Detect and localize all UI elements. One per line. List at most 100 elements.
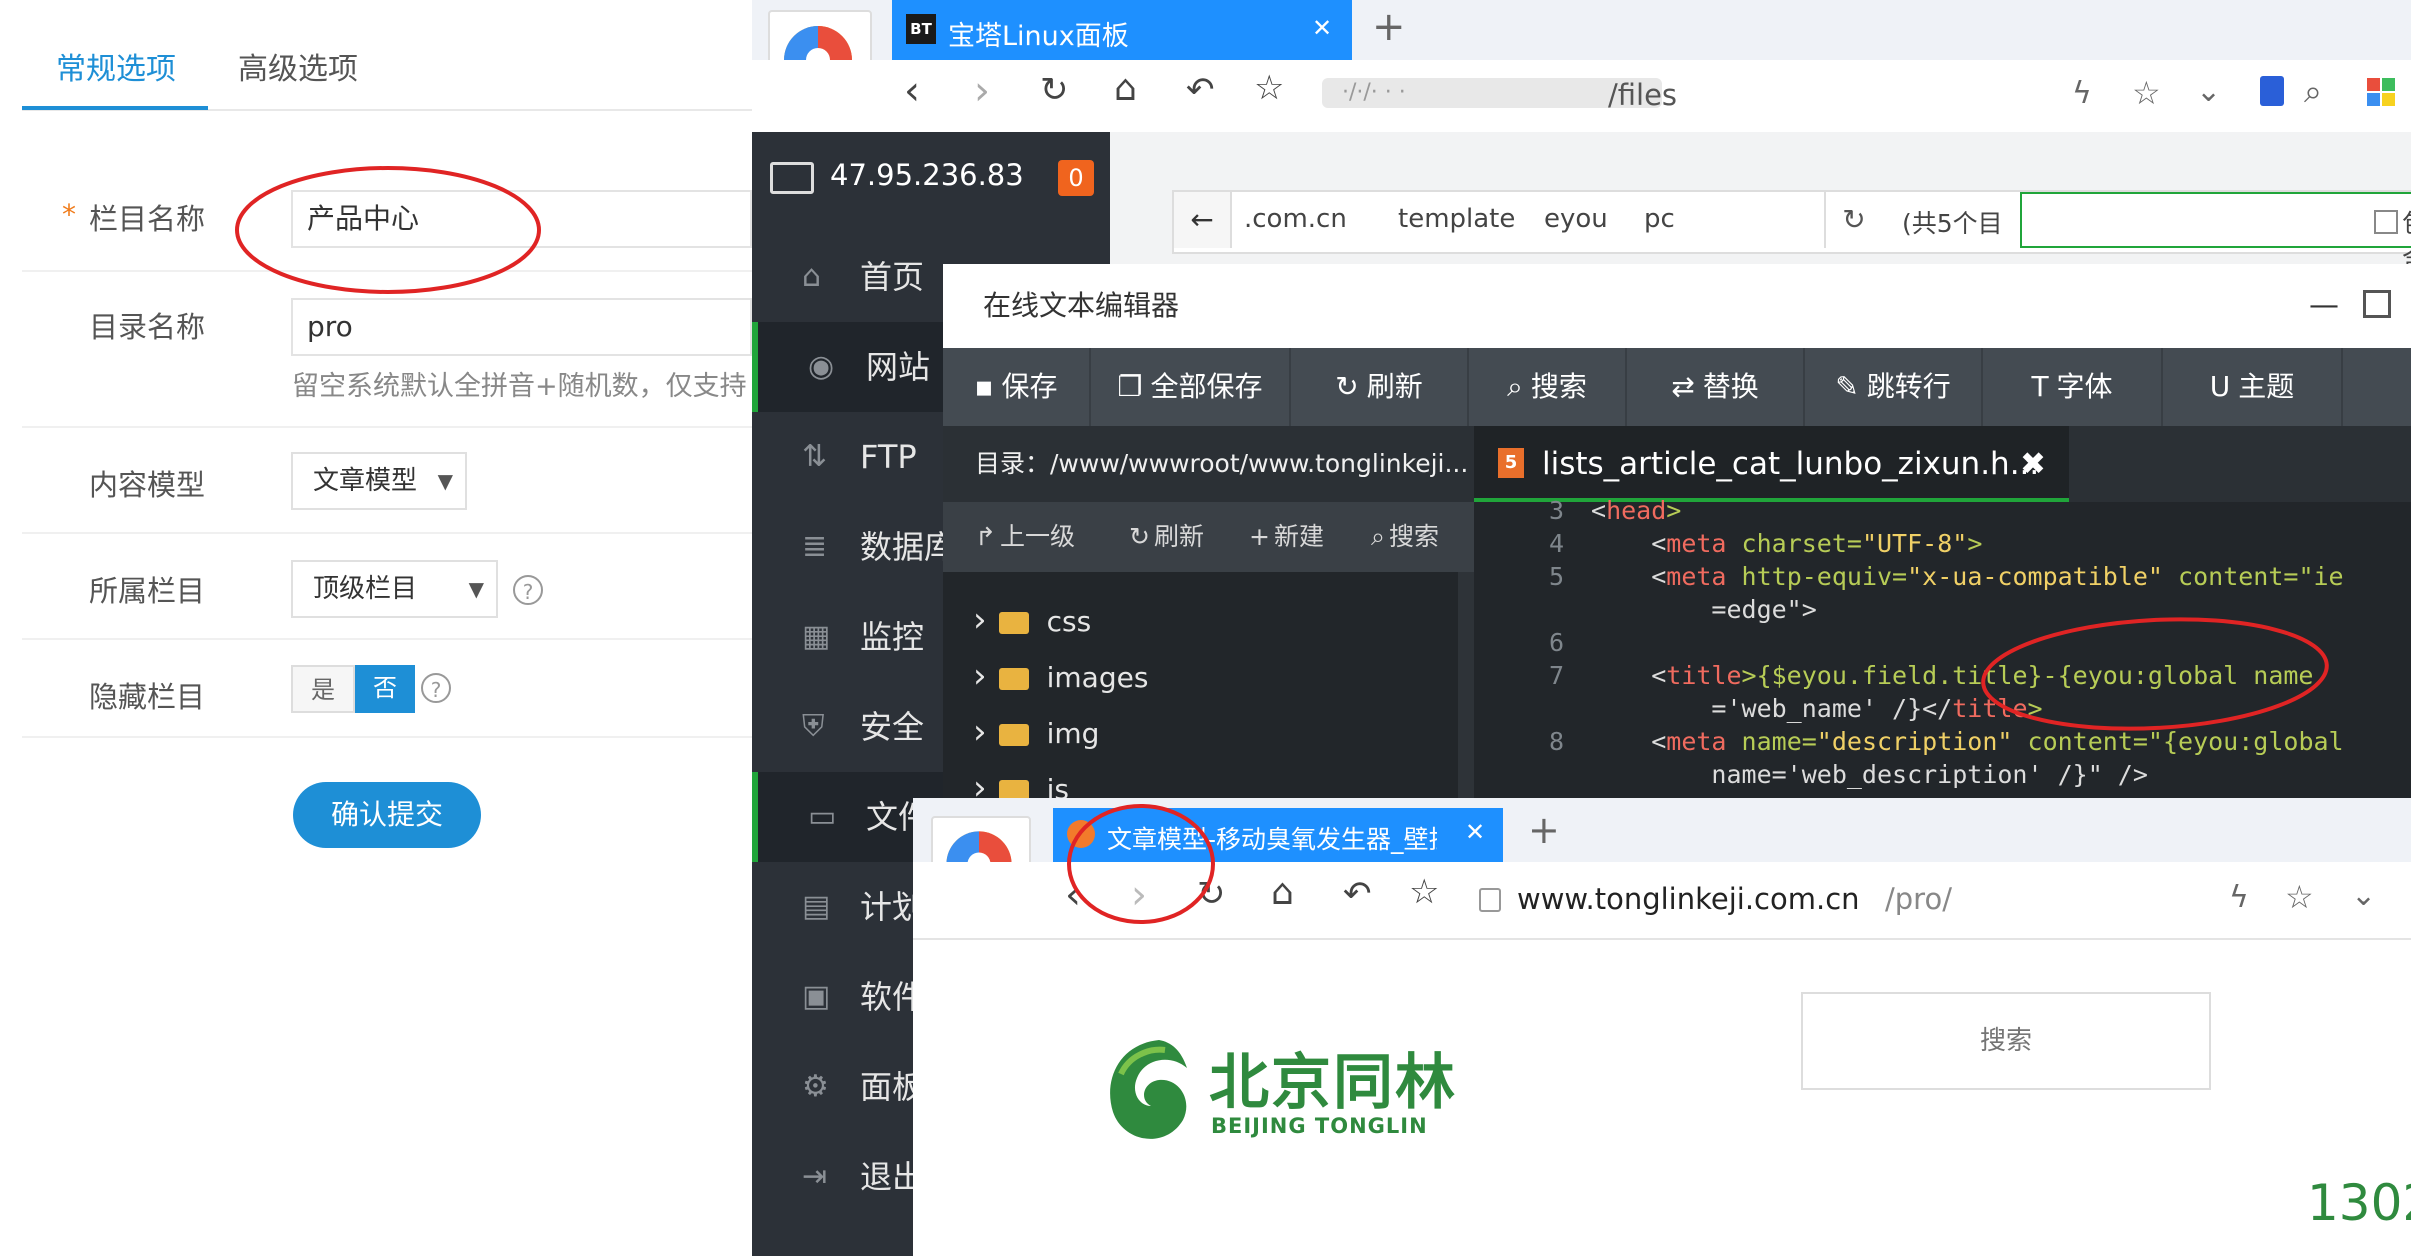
crumb-1[interactable]: template [1398,204,1515,234]
maximize-icon[interactable] [2363,290,2391,318]
minimize-icon[interactable]: — [2309,264,2339,348]
tree-tool-icon: + [1249,522,1270,551]
tree-tool-3[interactable]: ⌕ 搜索 [1371,502,1439,572]
tree-tool-label: 刷新 [1153,522,1204,551]
code-token: charset= [1726,529,1862,558]
address-suffix[interactable]: /files [1608,78,1677,112]
close-icon[interactable]: ✕ [1465,818,1485,846]
file-tab[interactable]: 5 lists_article_cat_lunbo_zixun.h... ✖ [1474,426,2069,502]
toolbar-button-1[interactable]: ❐ 全部保存 [1091,348,1291,426]
active-tab-indicator [22,106,208,110]
back-icon[interactable]: ‹ [904,68,920,114]
submit-button[interactable]: 确认提交 [293,782,481,848]
tree-tool-1[interactable]: ↻ 刷新 [1129,502,1204,572]
code-token: > [1967,529,1983,558]
row-divider [22,638,752,640]
tree-folder[interactable]: › images [973,648,1148,704]
sidebar-item-label: 网站 [866,348,931,386]
reload-icon[interactable]: ↻ [1040,70,1069,110]
toolbar-button-3[interactable]: ⌕ 搜索 [1469,348,1627,426]
dir-name-hint: 留空系统默认全拼音+随机数，仅支持 [292,371,747,402]
column-name-label: 栏目名称 [88,202,205,236]
crumb-3[interactable]: pc [1644,204,1675,234]
tree-folder[interactable]: › css [973,592,1091,648]
forward-icon[interactable]: › [974,68,990,114]
parent-column-value: 顶级栏目 [313,574,418,604]
toolbar-button-7[interactable]: U 主题 [2163,348,2343,426]
home-icon[interactable]: ⌂ [1271,872,1294,913]
crumb-2[interactable]: eyou [1544,204,1608,234]
address-toolbar: ‹ › ↻ ⌂ ↶ ☆ ·/·/· · · /files ϟ ☆ ⌄ ⌕ [752,60,2411,134]
extension-icon[interactable] [2260,76,2284,106]
dir-name-label: 目录名称 [88,310,205,344]
toolbar-label: 搜索 [1530,370,1587,403]
toolbar-button-5[interactable]: ✎ 跳转行 [1805,348,1983,426]
sidebar-icon: ⌂ [802,259,822,294]
toolbar-button-2[interactable]: ↻ 刷新 [1291,348,1469,426]
toolbar-button-0[interactable]: ▪ 保存 [943,348,1091,426]
folder-name: img [1046,717,1100,750]
refresh-icon[interactable]: ↻ [1824,192,1882,248]
dir-name-input[interactable]: pro [291,298,752,356]
tab-advanced[interactable]: 高级选项 [238,44,358,88]
tree-tool-0[interactable]: ↱ 上一级 [975,502,1075,572]
code-token: =edge"> [1591,595,1817,624]
content-model-select[interactable]: 文章模型 ▼ [291,452,467,510]
filter-input[interactable] [2020,192,2411,248]
lightning-icon[interactable]: ϟ [2072,76,2092,111]
insecure-lock-icon[interactable] [1479,888,1501,912]
undo-icon[interactable]: ↶ [1343,874,1372,914]
toolbar-button-8[interactable]: ⚙设置 [2343,348,2411,426]
directory-header: 目录：/www/wwwroot/www.tonglinkeji... [943,426,1474,502]
tab-general[interactable]: 常规选项 [56,44,176,88]
search-icon[interactable]: ⌕ [2304,72,2322,111]
back-arrow-icon[interactable]: ← [1174,192,1232,248]
toolbar-button-6[interactable]: T 字体 [1983,348,2163,426]
sidebar-icon: ⇅ [802,439,828,474]
undo-icon[interactable]: ↶ [1186,70,1215,110]
home-icon[interactable]: ⌂ [1114,68,1137,109]
chevron-down-icon[interactable]: ⌄ [2196,74,2221,109]
bookmark-star-icon[interactable]: ☆ [2132,74,2161,112]
tab-title: 宝塔Linux面板 [948,21,1129,52]
chevron-right-icon[interactable]: › [973,656,987,696]
hidden-yes-button[interactable]: 是 [291,665,355,713]
toolbar-button-4[interactable]: ⇄ 替换 [1627,348,1805,426]
star-icon[interactable]: ☆ [1409,872,1439,912]
star-icon[interactable]: ☆ [1254,68,1284,108]
crumb-0[interactable]: .com.cn [1244,204,1347,234]
folder-name: css [1046,605,1092,638]
chevron-right-icon[interactable]: › [973,600,987,640]
chevron-down-icon[interactable]: ⌄ [2351,878,2376,913]
close-icon[interactable]: ✕ [1312,14,1332,42]
new-tab-icon[interactable]: + [1372,4,1406,50]
site-search-input[interactable] [1801,992,2211,1090]
toolbar-label: 保存 [1001,370,1058,403]
chevron-down-icon: ▼ [468,577,484,601]
tree-folder[interactable]: › img [973,704,1099,760]
url-path[interactable]: /pro/ [1885,882,1952,916]
sidebar-icon: ▣ [802,979,831,1014]
notification-badge[interactable]: 0 [1058,160,1094,196]
close-icon[interactable]: ✖ [2020,426,2046,502]
editor-title: 在线文本编辑器 [983,289,1180,322]
bookmark-star-icon[interactable]: ☆ [2285,878,2314,916]
tab-baota-panel[interactable]: BT 宝塔Linux面板 ✕ [892,0,1352,60]
apps-grid-icon[interactable] [2367,78,2395,106]
tree-tool-2[interactable]: + 新建 [1249,502,1324,572]
lightning-icon[interactable]: ϟ [2229,880,2249,915]
hidden-no-button[interactable]: 否 [355,665,415,713]
code-token: < [1591,496,1607,525]
line-number: 7 [1548,661,1564,690]
sidebar-icon: ⚙ [802,1069,829,1104]
sidebar-icon: ▭ [808,799,837,834]
new-tab-icon[interactable]: + [1528,808,1560,852]
help-icon[interactable]: ? [421,673,451,703]
include-checkbox[interactable] [2374,210,2398,234]
folder-icon [998,612,1029,634]
sidebar-item-label: 安全 [860,708,925,746]
help-icon[interactable]: ? [513,575,543,605]
url-host[interactable]: www.tonglinkeji.com.cn [1517,882,1860,916]
parent-column-select[interactable]: 顶级栏目 ▼ [291,560,498,618]
chevron-right-icon[interactable]: › [973,712,987,752]
